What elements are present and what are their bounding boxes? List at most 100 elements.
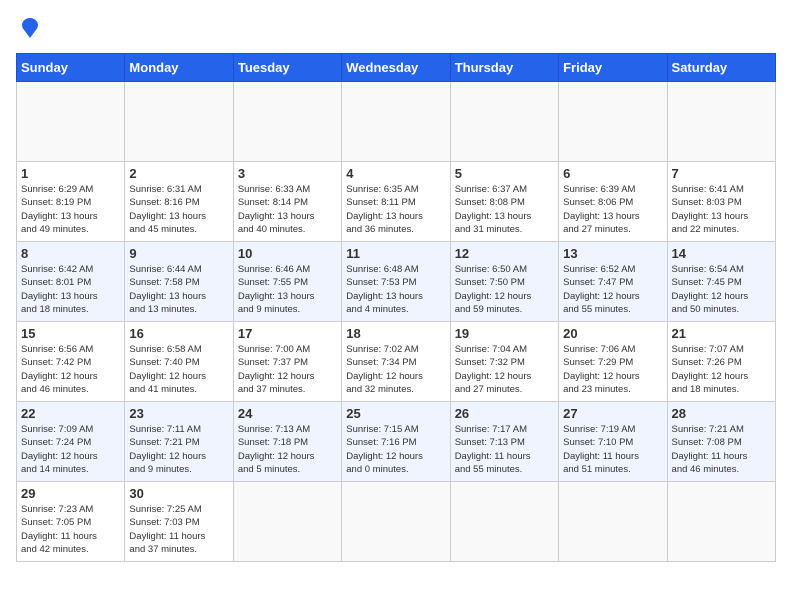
day-number: 11 xyxy=(346,246,445,261)
cell-content: Sunrise: 6:46 AM Sunset: 7:55 PM Dayligh… xyxy=(238,263,337,316)
calendar-cell: 12Sunrise: 6:50 AM Sunset: 7:50 PM Dayli… xyxy=(450,242,558,322)
calendar-cell: 19Sunrise: 7:04 AM Sunset: 7:32 PM Dayli… xyxy=(450,322,558,402)
calendar-cell: 21 Sunrise: 7:07 AM Sunset: 7:26 PM Dayli… xyxy=(667,322,775,402)
calendar-cell xyxy=(342,82,450,162)
cell-content: Sunrise: 6:56 AM Sunset: 7:42 PM Dayligh… xyxy=(21,343,120,396)
cell-content: Sunrise: 6:50 AM Sunset: 7:50 PM Dayligh… xyxy=(455,263,554,316)
day-number: 30 xyxy=(129,486,228,501)
day-number: 21 xyxy=(672,326,771,341)
day-number: 24 xyxy=(238,406,337,421)
calendar-week-4: 22Sunrise: 7:09 AM Sunset: 7:24 PM Dayli… xyxy=(17,402,776,482)
day-number: 22 xyxy=(21,406,120,421)
page-header xyxy=(16,16,776,45)
day-number: 14 xyxy=(672,246,771,261)
day-number: 25 xyxy=(346,406,445,421)
day-number: 18 xyxy=(346,326,445,341)
calendar-cell: 22Sunrise: 7:09 AM Sunset: 7:24 PM Dayli… xyxy=(17,402,125,482)
calendar-cell: 15 Sunrise: 6:56 AM Sunset: 7:42 PM Dayli… xyxy=(17,322,125,402)
day-number: 1 xyxy=(21,166,120,181)
calendar-cell xyxy=(233,82,341,162)
cell-content: Sunrise: 7:02 AM Sunset: 7:34 PM Dayligh… xyxy=(346,343,445,396)
day-number: 16 xyxy=(129,326,228,341)
weekday-wednesday: Wednesday xyxy=(342,54,450,82)
day-number: 23 xyxy=(129,406,228,421)
cell-content: Sunrise: 6:33 AM Sunset: 8:14 PM Dayligh… xyxy=(238,183,337,236)
cell-content: Sunrise: 6:44 AM Sunset: 7:58 PM Dayligh… xyxy=(129,263,228,316)
cell-content: Sunrise: 7:04 AM Sunset: 7:32 PM Dayligh… xyxy=(455,343,554,396)
calendar-cell: 25 Sunrise: 7:15 AM Sunset: 7:16 PM Dayli… xyxy=(342,402,450,482)
weekday-thursday: Thursday xyxy=(450,54,558,82)
day-number: 6 xyxy=(563,166,662,181)
calendar-cell: 17 Sunrise: 7:00 AM Sunset: 7:37 PM Dayli… xyxy=(233,322,341,402)
cell-content: Sunrise: 7:07 AM Sunset: 7:26 PM Dayligh… xyxy=(672,343,771,396)
weekday-saturday: Saturday xyxy=(667,54,775,82)
cell-content: Sunrise: 7:19 AM Sunset: 7:10 PM Dayligh… xyxy=(563,423,662,476)
logo-text xyxy=(16,16,42,45)
calendar-week-5: 29 Sunrise: 7:23 AM Sunset: 7:05 PM Dayli… xyxy=(17,482,776,562)
logo xyxy=(16,16,42,45)
day-number: 9 xyxy=(129,246,228,261)
day-number: 17 xyxy=(238,326,337,341)
day-number: 26 xyxy=(455,406,554,421)
calendar-cell: 4 Sunrise: 6:35 AM Sunset: 8:11 PM Daylig… xyxy=(342,162,450,242)
cell-content: Sunrise: 6:42 AM Sunset: 8:01 PM Dayligh… xyxy=(21,263,120,316)
cell-content: Sunrise: 6:29 AM Sunset: 8:19 PM Dayligh… xyxy=(21,183,120,236)
calendar-body: 1 Sunrise: 6:29 AM Sunset: 8:19 PM Daylig… xyxy=(17,82,776,562)
calendar-cell: 11 Sunrise: 6:48 AM Sunset: 7:53 PM Dayli… xyxy=(342,242,450,322)
day-number: 27 xyxy=(563,406,662,421)
day-number: 10 xyxy=(238,246,337,261)
cell-content: Sunrise: 7:13 AM Sunset: 7:18 PM Dayligh… xyxy=(238,423,337,476)
calendar-cell xyxy=(559,482,667,562)
day-number: 29 xyxy=(21,486,120,501)
day-number: 5 xyxy=(455,166,554,181)
cell-content: Sunrise: 7:00 AM Sunset: 7:37 PM Dayligh… xyxy=(238,343,337,396)
day-number: 28 xyxy=(672,406,771,421)
cell-content: Sunrise: 6:39 AM Sunset: 8:06 PM Dayligh… xyxy=(563,183,662,236)
calendar-cell xyxy=(667,82,775,162)
calendar-cell xyxy=(667,482,775,562)
weekday-monday: Monday xyxy=(125,54,233,82)
calendar-cell xyxy=(233,482,341,562)
calendar-cell: 7Sunrise: 6:41 AM Sunset: 8:03 PM Daylig… xyxy=(667,162,775,242)
cell-content: Sunrise: 6:35 AM Sunset: 8:11 PM Dayligh… xyxy=(346,183,445,236)
day-number: 3 xyxy=(238,166,337,181)
cell-content: Sunrise: 6:31 AM Sunset: 8:16 PM Dayligh… xyxy=(129,183,228,236)
cell-content: Sunrise: 6:37 AM Sunset: 8:08 PM Dayligh… xyxy=(455,183,554,236)
calendar-cell: 18 Sunrise: 7:02 AM Sunset: 7:34 PM Dayli… xyxy=(342,322,450,402)
cell-content: Sunrise: 6:52 AM Sunset: 7:47 PM Dayligh… xyxy=(563,263,662,316)
calendar-cell: 6 Sunrise: 6:39 AM Sunset: 8:06 PM Daylig… xyxy=(559,162,667,242)
weekday-header-row: SundayMondayTuesdayWednesdayThursdayFrid… xyxy=(17,54,776,82)
weekday-sunday: Sunday xyxy=(17,54,125,82)
calendar-cell: 30 Sunrise: 7:25 AM Sunset: 7:03 PM Dayli… xyxy=(125,482,233,562)
calendar-cell: 2Sunrise: 6:31 AM Sunset: 8:16 PM Daylig… xyxy=(125,162,233,242)
cell-content: Sunrise: 7:17 AM Sunset: 7:13 PM Dayligh… xyxy=(455,423,554,476)
calendar-cell xyxy=(450,82,558,162)
day-number: 8 xyxy=(21,246,120,261)
calendar-cell xyxy=(125,82,233,162)
weekday-tuesday: Tuesday xyxy=(233,54,341,82)
cell-content: Sunrise: 6:41 AM Sunset: 8:03 PM Dayligh… xyxy=(672,183,771,236)
calendar-cell: 14Sunrise: 6:54 AM Sunset: 7:45 PM Dayli… xyxy=(667,242,775,322)
cell-content: Sunrise: 7:11 AM Sunset: 7:21 PM Dayligh… xyxy=(129,423,228,476)
calendar-cell: 26 Sunrise: 7:17 AM Sunset: 7:13 PM Dayli… xyxy=(450,402,558,482)
day-number: 20 xyxy=(563,326,662,341)
calendar-cell: 9 Sunrise: 6:44 AM Sunset: 7:58 PM Daylig… xyxy=(125,242,233,322)
cell-content: Sunrise: 7:23 AM Sunset: 7:05 PM Dayligh… xyxy=(21,503,120,556)
cell-content: Sunrise: 6:48 AM Sunset: 7:53 PM Dayligh… xyxy=(346,263,445,316)
calendar-cell: 23 Sunrise: 7:11 AM Sunset: 7:21 PM Dayli… xyxy=(125,402,233,482)
calendar-cell: 28Sunrise: 7:21 AM Sunset: 7:08 PM Dayli… xyxy=(667,402,775,482)
cell-content: Sunrise: 7:15 AM Sunset: 7:16 PM Dayligh… xyxy=(346,423,445,476)
weekday-friday: Friday xyxy=(559,54,667,82)
cell-content: Sunrise: 6:58 AM Sunset: 7:40 PM Dayligh… xyxy=(129,343,228,396)
calendar-cell xyxy=(342,482,450,562)
calendar-cell: 29 Sunrise: 7:23 AM Sunset: 7:05 PM Dayli… xyxy=(17,482,125,562)
day-number: 4 xyxy=(346,166,445,181)
calendar-week-2: 8 Sunrise: 6:42 AM Sunset: 8:01 PM Daylig… xyxy=(17,242,776,322)
calendar-cell: 16 Sunrise: 6:58 AM Sunset: 7:40 PM Dayli… xyxy=(125,322,233,402)
calendar-cell: 8 Sunrise: 6:42 AM Sunset: 8:01 PM Daylig… xyxy=(17,242,125,322)
calendar-cell: 20Sunrise: 7:06 AM Sunset: 7:29 PM Dayli… xyxy=(559,322,667,402)
cell-content: Sunrise: 7:25 AM Sunset: 7:03 PM Dayligh… xyxy=(129,503,228,556)
day-number: 15 xyxy=(21,326,120,341)
calendar-cell xyxy=(450,482,558,562)
calendar-cell xyxy=(17,82,125,162)
